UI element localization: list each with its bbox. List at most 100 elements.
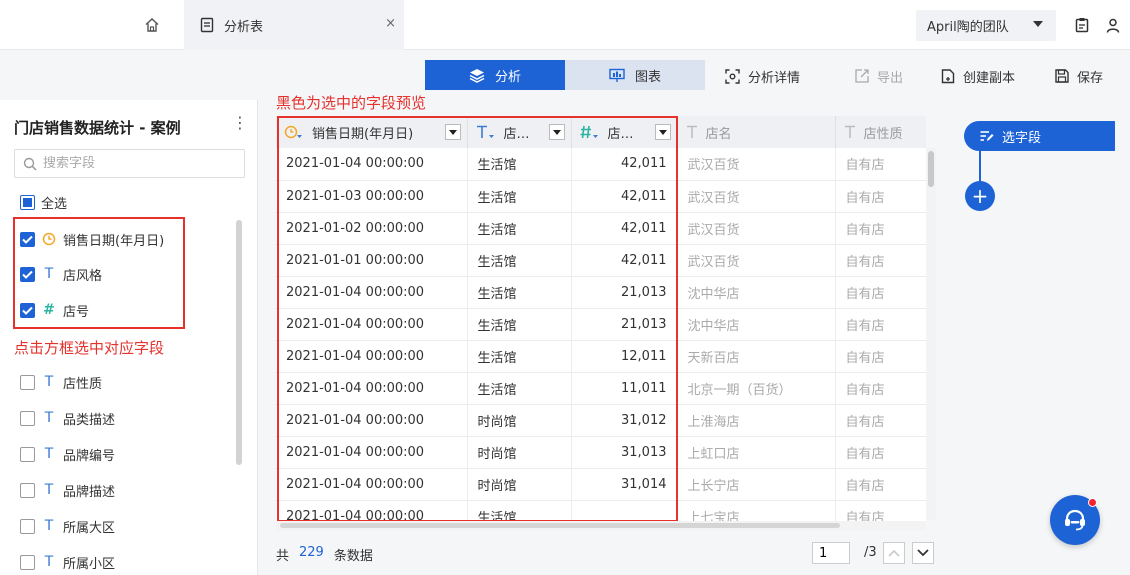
cell: 生活馆 <box>467 276 572 309</box>
field-item-sale-date[interactable]: 销售日期(年月日) <box>20 229 164 249</box>
step-select-fields[interactable]: 选字段 <box>964 121 1115 151</box>
table-row: 2021-01-04 00:00:00 生活馆 11,011 北京一期（百货） 自有店 <box>276 372 926 405</box>
cell: 11,011 <box>571 372 678 405</box>
field-checkbox[interactable] <box>20 231 35 247</box>
field-item-store-style[interactable]: T 店风格 <box>20 264 102 284</box>
close-tab-icon[interactable]: × <box>385 16 396 31</box>
create-copy-button[interactable]: 创建副本 <box>941 67 1015 86</box>
field-item-category-desc[interactable]: T 品类描述 <box>20 408 115 428</box>
field-item-store-number[interactable]: # 店号 <box>20 300 89 320</box>
table-annotation: 黑色为选中的字段预览 <box>276 94 427 112</box>
column-header-store-number[interactable]: 店… <box>571 116 678 148</box>
cell: 2021-01-04 00:00:00 <box>276 372 468 405</box>
save-button[interactable]: 保存 <box>1055 67 1103 86</box>
number-field-icon: # <box>43 302 55 318</box>
cell: 生活馆 <box>467 372 572 405</box>
field-checkbox[interactable] <box>20 554 35 570</box>
check-icon <box>22 270 33 279</box>
prev-page-button[interactable] <box>883 542 905 564</box>
add-step-button[interactable]: + <box>965 181 995 211</box>
field-checkbox[interactable] <box>20 446 35 462</box>
field-item-region[interactable]: T 所属大区 <box>20 516 115 536</box>
check-icon <box>22 235 33 244</box>
column-header-store-name[interactable]: 店名 <box>677 116 836 148</box>
analysis-detail-button[interactable]: 分析详情 <box>725 67 801 86</box>
team-select[interactable]: April陶的团队 <box>916 10 1056 41</box>
page-number-input[interactable] <box>812 542 850 564</box>
field-item-store-nature[interactable]: T 店性质 <box>20 372 102 392</box>
table-row: 2021-01-02 00:00:00 生活馆 42,011 武汉百货 自有店 <box>276 212 926 245</box>
text-field-icon: T <box>44 482 54 498</box>
more-options-icon[interactable]: ⋮ <box>232 115 248 131</box>
text-field-icon: T <box>44 410 54 426</box>
field-search-box[interactable] <box>14 149 245 178</box>
export-button[interactable]: 导出 <box>855 67 904 86</box>
cell: 自有店 <box>835 404 926 437</box>
column-label: 店… <box>607 126 634 142</box>
focus-icon <box>725 68 740 84</box>
select-all-checkbox[interactable] <box>20 194 35 210</box>
field-item-subregion[interactable]: T 所属小区 <box>20 552 115 572</box>
steps-panel <box>950 100 1130 575</box>
scrollbar-thumb[interactable] <box>280 523 840 528</box>
field-name: 店号 <box>63 304 90 320</box>
column-header-sale-date[interactable]: 销售日期(年月日) <box>276 116 468 148</box>
tab-analysis-table[interactable]: 分析表 × <box>184 0 404 50</box>
clipboard-button[interactable] <box>1072 15 1092 35</box>
chart-mode-label: 图表 <box>634 69 661 85</box>
column-dropdown-button[interactable] <box>654 124 671 140</box>
next-page-button[interactable] <box>912 542 934 564</box>
column-dropdown-button[interactable] <box>548 124 565 140</box>
preview-table: 销售日期(年月日) 店… 店… 店名 店性质 2021-01-04 00:00:… <box>276 116 926 521</box>
field-checkbox[interactable] <box>20 410 35 426</box>
caret-down-icon <box>1033 21 1043 27</box>
field-name: 店风格 <box>63 268 103 284</box>
document-icon <box>200 17 214 33</box>
record-count: 共 229 条数据 <box>276 545 373 564</box>
select-all-label: 全选 <box>41 196 68 212</box>
cell: 上虹口店 <box>677 436 836 469</box>
field-item-brand-number[interactable]: T 品牌编号 <box>20 444 115 464</box>
cell: 自有店 <box>835 180 926 213</box>
table-vertical-scrollbar[interactable] <box>926 148 936 520</box>
column-label: 店名 <box>705 126 732 142</box>
home-tab[interactable] <box>120 0 184 50</box>
table-horizontal-scrollbar[interactable] <box>276 521 926 530</box>
chart-mode-button[interactable]: 图表 <box>565 60 705 90</box>
column-header-store-nature[interactable]: 店性质 <box>835 116 926 148</box>
table-row: 2021-01-04 00:00:00 生活馆 21,013 沈中华店 自有店 <box>276 276 926 309</box>
cell: 天新百店 <box>677 340 836 373</box>
field-search-input[interactable] <box>43 156 233 171</box>
field-checkbox[interactable] <box>20 482 35 498</box>
field-list-scrollbar[interactable] <box>236 220 242 465</box>
text-field-icon: T <box>44 554 54 570</box>
user-button[interactable] <box>1103 15 1123 35</box>
export-label: 导出 <box>877 70 904 86</box>
cell: 21,013 <box>571 276 678 309</box>
cell: 武汉百货 <box>677 148 836 181</box>
cell: 2021-01-03 00:00:00 <box>276 180 468 213</box>
cell: 生活馆 <box>467 148 572 181</box>
analysis-detail-label: 分析详情 <box>748 70 801 86</box>
edit-list-icon <box>980 131 994 141</box>
export-icon <box>855 69 869 83</box>
field-checkbox[interactable] <box>20 302 35 318</box>
cell <box>571 500 678 521</box>
layers-icon <box>469 68 485 83</box>
count-suffix: 条数据 <box>333 549 373 564</box>
field-checkbox[interactable] <box>20 374 35 390</box>
top-tab-bar: 分析表 × April陶的团队 <box>0 0 1130 50</box>
cell: 2021-01-04 00:00:00 <box>276 468 468 501</box>
column-header-store-style[interactable]: 店… <box>467 116 572 148</box>
user-icon <box>1106 18 1120 33</box>
field-item-brand-desc[interactable]: T 品牌描述 <box>20 480 115 500</box>
notification-dot <box>1088 498 1097 507</box>
column-dropdown-button[interactable] <box>444 124 461 140</box>
scrollbar-thumb[interactable] <box>928 151 934 187</box>
tab-label: 分析表 <box>224 19 264 35</box>
cell: 2021-01-04 00:00:00 <box>276 500 468 521</box>
field-checkbox[interactable] <box>20 266 35 282</box>
field-checkbox[interactable] <box>20 518 35 534</box>
analysis-mode-button[interactable]: 分析 <box>425 60 565 90</box>
select-all-row[interactable]: 全选 <box>20 192 67 212</box>
